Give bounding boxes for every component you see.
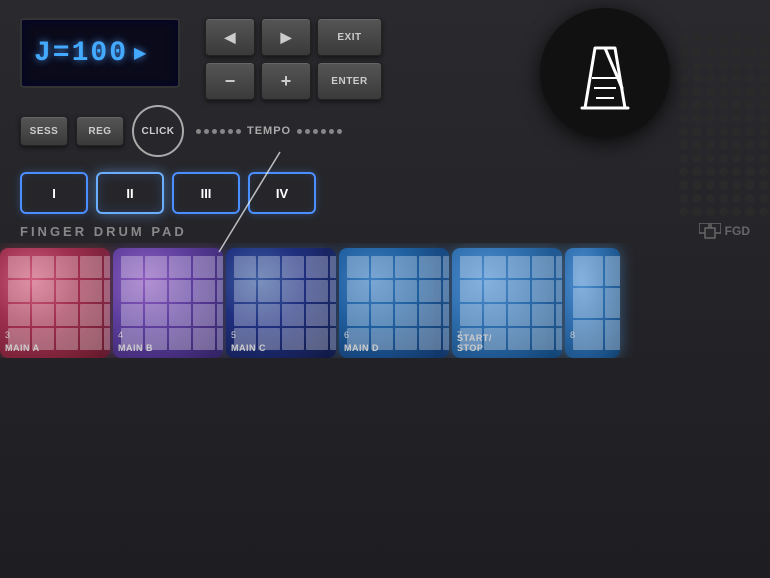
- pad-5[interactable]: 5 MAIN C: [226, 248, 336, 358]
- nav-row-top: ◀ ▶ EXIT: [205, 18, 382, 56]
- minus-button[interactable]: −: [205, 62, 255, 100]
- vent-dot: [719, 194, 728, 203]
- dash-2: [204, 129, 209, 134]
- vent-dot: [732, 207, 741, 216]
- dash-r1: [297, 129, 302, 134]
- tempo-label: TEMPO: [247, 125, 291, 137]
- pad-3-name: MAIN A: [5, 343, 105, 353]
- click-button[interactable]: CLICK: [132, 105, 184, 157]
- dash-r6: [337, 129, 342, 134]
- dash-1: [196, 129, 201, 134]
- vent-dot: [745, 167, 754, 176]
- vent-dot: [706, 167, 715, 176]
- vent-dot: [679, 167, 688, 176]
- vent-dot: [692, 194, 701, 203]
- bpm-arrow: ▶: [134, 43, 146, 63]
- brand-icon: [699, 223, 721, 239]
- dash-r3: [313, 129, 318, 134]
- brand-text: FGD: [725, 224, 750, 238]
- tempo-area: TEMPO: [196, 125, 342, 137]
- enter-button[interactable]: ENTER: [317, 62, 382, 100]
- vent-dot: [679, 180, 688, 189]
- dash-6: [236, 129, 241, 134]
- pad-6-number: 6: [344, 330, 349, 340]
- pad-6[interactable]: 6 MAIN D: [339, 248, 449, 358]
- bpm-display: J=100: [34, 38, 128, 69]
- dash-5: [228, 129, 233, 134]
- dash-r5: [329, 129, 334, 134]
- dash-r4: [321, 129, 326, 134]
- dash-r2: [305, 129, 310, 134]
- pads-row: 3 MAIN A 4 MAIN B: [0, 243, 770, 358]
- pad-5-texture: [226, 248, 336, 358]
- pad-group-3[interactable]: III: [172, 172, 240, 214]
- vent-dot: [692, 207, 701, 216]
- vent-dot: [706, 207, 715, 216]
- pad-6-texture: [339, 248, 449, 358]
- nav-cluster: ◀ ▶ EXIT − + ENTER: [205, 18, 382, 100]
- vent-dot: [745, 194, 754, 203]
- vent-dot: [706, 194, 715, 203]
- pad-group-1[interactable]: I: [20, 172, 88, 214]
- pad-4-number: 4: [118, 330, 123, 340]
- vent-dot: [732, 167, 741, 176]
- pad-group-4[interactable]: IV: [248, 172, 316, 214]
- device-body: // Will be rendered inline J=100: [0, 0, 770, 578]
- dashed-connector-right: [297, 129, 342, 134]
- vent-dot: [719, 167, 728, 176]
- vent-dot: [732, 180, 741, 189]
- vent-dot: [759, 194, 768, 203]
- pad-5-number: 5: [231, 330, 236, 340]
- pad-group-2[interactable]: II: [96, 172, 164, 214]
- sess-button[interactable]: SESS: [20, 116, 68, 146]
- brand-logo: FGD: [699, 223, 750, 239]
- fdp-label: FINGER DRUM PAD: [20, 224, 187, 239]
- reg-button[interactable]: REG: [76, 116, 124, 146]
- fdp-label-row: FINGER DRUM PAD FGD: [0, 219, 770, 243]
- prev-button[interactable]: ◀: [205, 18, 255, 56]
- exit-button[interactable]: EXIT: [317, 18, 382, 56]
- plus-button[interactable]: +: [261, 62, 311, 100]
- pad-8[interactable]: 8: [565, 248, 620, 358]
- vent-dot: [719, 207, 728, 216]
- dashed-connector: [196, 129, 241, 134]
- nav-row-bottom: − + ENTER: [205, 62, 382, 100]
- pad-groups: I II III IV: [0, 162, 770, 219]
- vent-dot: [759, 180, 768, 189]
- vent-dot: [692, 180, 701, 189]
- pad-3-number: 3: [5, 330, 10, 340]
- vent-dot: [732, 194, 741, 203]
- vent-dot: [745, 180, 754, 189]
- vent-dot: [679, 194, 688, 203]
- pad-7[interactable]: 7 START/ STOP: [452, 248, 562, 358]
- vent-dot: [719, 180, 728, 189]
- metronome-overlay: [540, 8, 670, 138]
- vent-dot: [692, 167, 701, 176]
- dash-3: [212, 129, 217, 134]
- pad-5-name: MAIN C: [231, 343, 331, 353]
- pad-7-name: START/ STOP: [457, 333, 557, 353]
- pad-8-number: 8: [570, 330, 575, 340]
- pad-8-texture: [565, 248, 620, 358]
- vent-dot: [679, 207, 688, 216]
- vent-dot: [745, 207, 754, 216]
- pad-4-name: MAIN B: [118, 343, 218, 353]
- pad-4-texture: [113, 248, 223, 358]
- dash-4: [220, 129, 225, 134]
- pad-6-name: MAIN D: [344, 343, 444, 353]
- next-button[interactable]: ▶: [261, 18, 311, 56]
- lcd-display: J=100 ▶: [20, 18, 180, 88]
- metronome-icon: [570, 33, 640, 113]
- pad-4[interactable]: 4 MAIN B: [113, 248, 223, 358]
- pad-3-texture: [0, 248, 110, 358]
- vent-dot: [706, 180, 715, 189]
- pad-3[interactable]: 3 MAIN A: [0, 248, 110, 358]
